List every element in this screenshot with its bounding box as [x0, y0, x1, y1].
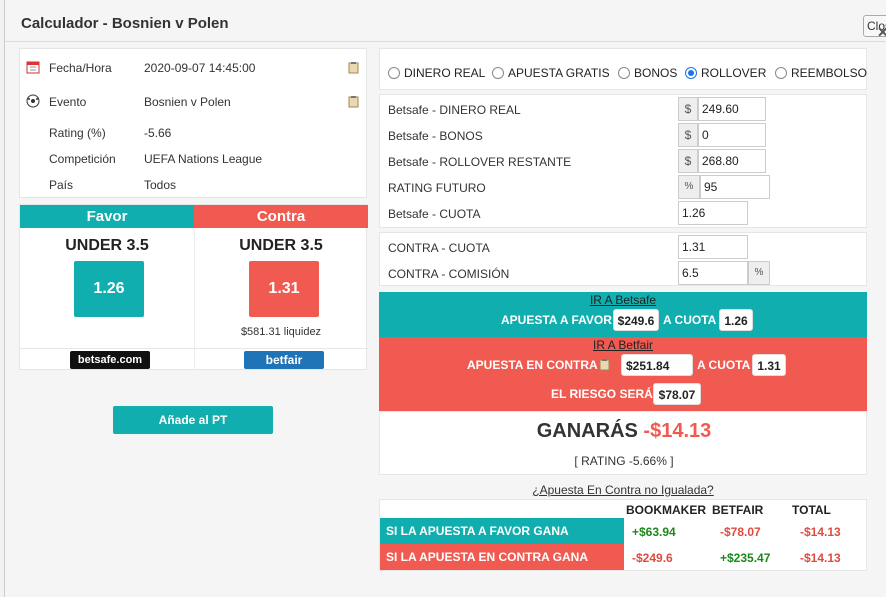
bet-favor-section: IR A Betsafe APUESTA A FAVOR $249.6 A CU… — [379, 292, 867, 337]
favor-header: Favor — [20, 205, 194, 228]
modal-title: Calculador - Bosnien v Polen — [21, 15, 229, 32]
contra-cuota-input[interactable]: 1.31 — [678, 235, 748, 259]
profit-amount: -$14.13 — [643, 420, 712, 442]
field-row-rollover: Betsafe - ROLLOVER RESTANTE $ 268.80 — [380, 148, 868, 174]
bonos-input[interactable]: 0 — [698, 123, 766, 147]
info-label: Fecha/Hora — [49, 61, 112, 75]
column-header: BOOKMAKER — [626, 503, 706, 517]
info-row-rating: Rating (%) -5.66 — [20, 123, 368, 143]
dollar-addon: $ — [678, 149, 698, 173]
profit-line: GANARÁS -$14.13 — [380, 420, 868, 443]
info-label: Competición — [49, 152, 116, 166]
field-label: CONTRA - COMISIÓN — [388, 267, 510, 281]
info-value: 2020-09-07 14:45:00 — [144, 61, 256, 75]
field-label: Betsafe - BONOS — [388, 129, 483, 143]
field-row-contra-comision: CONTRA - COMISIÓN 6.5 % — [380, 260, 868, 286]
bet-contra-amount[interactable]: $251.84 — [621, 354, 693, 376]
favor-selection: UNDER 3.5 — [65, 237, 149, 254]
table-cell: +$63.94 — [632, 525, 676, 539]
bet-favor-amount: $249.6 — [613, 309, 659, 331]
clipboard-icon[interactable] — [348, 61, 359, 74]
contra-header: Contra — [194, 205, 368, 228]
bet-contra-odds: 1.31 — [752, 354, 786, 376]
go-to-betsafe-link[interactable]: IR A Betsafe — [379, 293, 867, 307]
contra-selection: UNDER 3.5 — [239, 237, 323, 254]
dollar-addon: $ — [678, 97, 698, 121]
risk-label: EL RIESGO SERÁ — [551, 387, 653, 401]
bookmaker-fields-panel: Betsafe - DINERO REAL $ 249.60 Betsafe -… — [379, 94, 867, 228]
event-info-panel: Fecha/Hora 2020-09-07 14:45:00 Evento Bo… — [19, 48, 367, 198]
field-label: Betsafe - ROLLOVER RESTANTE — [388, 155, 572, 169]
field-row-dinero-real: Betsafe - DINERO REAL $ 249.60 — [380, 96, 868, 122]
bonus-type-radio-group: DINERO REAL APUESTA GRATIS BONOS ROLLOVE… — [379, 48, 867, 90]
info-value: UEFA Nations League — [144, 152, 263, 166]
betsafe-logo[interactable]: betsafe.com — [70, 351, 150, 369]
table-cell: +$235.47 — [720, 551, 771, 565]
bet-favor-odds-label: A CUOTA — [663, 313, 717, 327]
field-row-bonos: Betsafe - BONOS $ 0 — [380, 122, 868, 148]
info-row-competition: Competición UEFA Nations League — [20, 149, 368, 169]
bet-favor-label: APUESTA A FAVOR — [501, 313, 612, 327]
copy-icon[interactable] — [599, 358, 610, 371]
table-row-label: SI LA APUESTA EN CONTRA GANA — [380, 544, 624, 570]
dinero-real-input[interactable]: 249.60 — [698, 97, 766, 121]
column-header: BETFAIR — [712, 503, 764, 517]
column-header: TOTAL — [792, 503, 831, 517]
contra-comision-input[interactable]: 6.5 — [678, 261, 748, 285]
table-cell: -$78.07 — [720, 525, 761, 539]
bet-contra-odds-label: A CUOTA — [697, 358, 751, 372]
contra-odds: 1.31 — [249, 261, 319, 317]
table-cell: -$14.13 — [800, 525, 841, 539]
info-value: Bosnien v Polen — [144, 95, 231, 109]
field-label: RATING FUTURO — [388, 181, 486, 195]
result-panel: GANARÁS -$14.13 [ RATING -5.66% ] — [379, 411, 867, 475]
calculator-modal: Calculador - Bosnien v Polen Close ✕ Fec… — [4, 0, 886, 597]
betfair-logo[interactable]: betfair — [244, 351, 324, 369]
dollar-addon: $ — [678, 123, 698, 147]
info-row-event: Evento Bosnien v Polen — [20, 92, 368, 112]
favor-odds: 1.26 — [74, 261, 144, 317]
add-to-pt-button[interactable]: Añade al PT — [113, 406, 273, 434]
field-row-contra-cuota: CONTRA - CUOTA 1.31 — [380, 234, 868, 260]
risk-amount: $78.07 — [653, 383, 701, 405]
table-cell: -$249.6 — [632, 551, 673, 565]
info-row-date: Fecha/Hora 2020-09-07 14:45:00 — [20, 58, 368, 78]
field-label: Betsafe - DINERO REAL — [388, 103, 521, 117]
info-value: -5.66 — [144, 126, 172, 140]
info-label: Evento — [49, 95, 87, 109]
field-row-rating-futuro: RATING FUTURO % 95 — [380, 174, 868, 200]
info-label: País — [49, 178, 74, 192]
calendar-icon — [26, 61, 40, 74]
logo-divider — [20, 348, 368, 349]
unmatched-bet-link[interactable]: ¿Apuesta En Contra no Igualada? — [379, 483, 867, 497]
favor-contra-panel: Favor Contra UNDER 3.5 UNDER 3.5 1.26 1.… — [19, 204, 368, 371]
bet-favor-odds: 1.26 — [719, 309, 753, 331]
go-to-betfair-link[interactable]: IR A Betfair — [379, 338, 867, 352]
close-icon[interactable]: ✕ — [877, 24, 886, 41]
table-row-label: SI LA APUESTA A FAVOR GANA — [380, 518, 624, 544]
rollover-input[interactable]: 268.80 — [698, 149, 766, 173]
field-row-cuota: Betsafe - CUOTA 1.26 — [380, 200, 868, 226]
table-cell: -$14.13 — [800, 551, 841, 565]
soccer-ball-icon — [26, 94, 40, 108]
bet-contra-label: APUESTA EN CONTRA — [467, 358, 598, 372]
percent-addon: % — [678, 175, 700, 199]
field-label: Betsafe - CUOTA — [388, 207, 481, 221]
info-value: Todos — [144, 178, 177, 192]
field-label: CONTRA - CUOTA — [388, 241, 490, 255]
contra-fields-panel: CONTRA - CUOTA 1.31 CONTRA - COMISIÓN 6.… — [379, 232, 867, 286]
outcome-table: BOOKMAKER BETFAIR TOTAL SI LA APUESTA A … — [379, 499, 867, 571]
bet-contra-section: IR A Betfair APUESTA EN CONTRA $251.84 A… — [379, 337, 867, 411]
info-label: Rating (%) — [49, 126, 106, 140]
info-row-country: País Todos — [20, 175, 368, 195]
clipboard-icon[interactable] — [348, 95, 359, 108]
modal-titlebar: Calculador - Bosnien v Polen — [5, 0, 886, 42]
contra-liquidity: $581.31 liquidez — [240, 326, 322, 338]
result-rating: [ RATING -5.66% ] — [574, 454, 674, 468]
percent-addon: % — [748, 261, 770, 285]
cuota-input[interactable]: 1.26 — [678, 201, 748, 225]
rating-futuro-input[interactable]: 95 — [700, 175, 770, 199]
profit-label: GANARÁS — [536, 420, 638, 442]
